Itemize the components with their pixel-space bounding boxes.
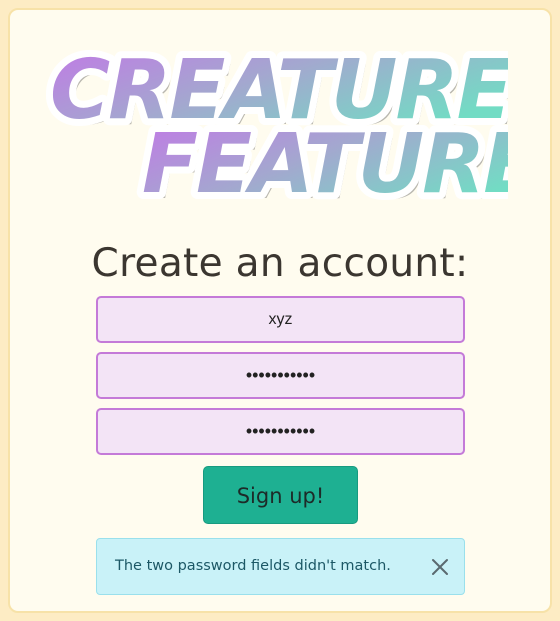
username-field[interactable] <box>96 296 465 343</box>
alert-message: The two password fields didn't match. <box>115 558 391 574</box>
password-field[interactable] <box>96 352 465 399</box>
creature-feature-logo: CREATURE FEATURE CREATURE FEATURE CREATU… <box>43 38 508 208</box>
logo-line2: FEATURE <box>142 117 508 208</box>
page-title: Create an account: <box>91 241 469 286</box>
close-icon[interactable] <box>430 557 450 577</box>
confirm-password-field[interactable] <box>96 408 465 455</box>
error-alert: The two password fields didn't match. <box>96 538 465 595</box>
sign-up-button[interactable]: Sign up! <box>203 466 358 524</box>
